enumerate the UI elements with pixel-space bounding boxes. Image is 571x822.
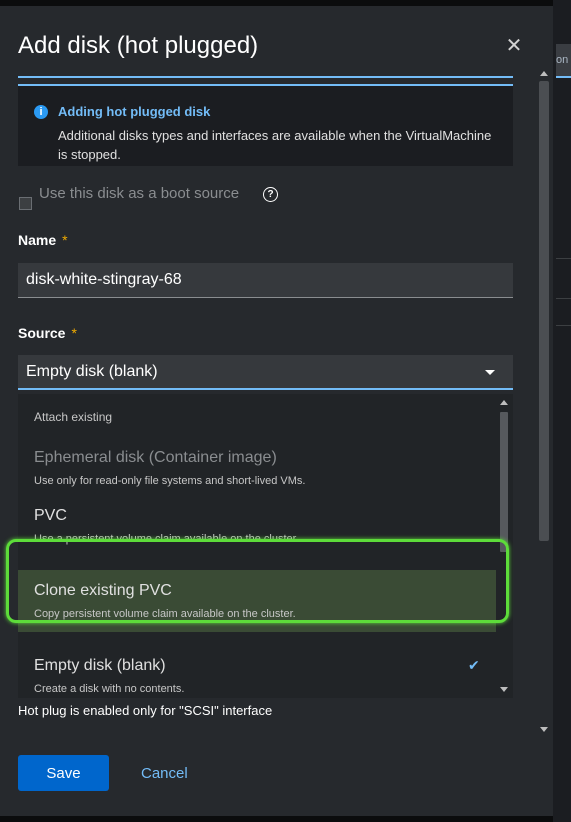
option-label: Ephemeral disk (Container image) (34, 449, 277, 466)
option-pvc[interactable]: PVC Use a persistent volume claim availa… (18, 495, 496, 557)
name-label-text: Name (18, 232, 57, 248)
title-divider (18, 76, 513, 78)
option-label: Empty disk (blank) (34, 657, 166, 674)
help-icon[interactable]: ? (263, 187, 278, 202)
save-button[interactable]: Save (18, 755, 109, 791)
menu-group-title: Attach existing (34, 410, 113, 424)
boot-source-checkbox[interactable] (19, 197, 32, 210)
option-description: Copy persistent volume claim available o… (34, 608, 296, 620)
option-label: PVC (34, 507, 67, 524)
scroll-thumb[interactable] (539, 81, 549, 541)
background-divider (556, 325, 571, 326)
option-description: Use a persistent volume claim available … (34, 533, 299, 545)
option-description: Use only for read-only file systems and … (34, 475, 306, 487)
checkmark-icon: ✔ (468, 657, 480, 673)
background-page (553, 0, 571, 822)
modal-title: Add disk (hot plugged) (18, 32, 259, 59)
close-icon[interactable]: ✕ (503, 35, 525, 57)
source-label: Source * (18, 325, 77, 341)
menu-scroll-up-icon[interactable] (500, 400, 508, 405)
scroll-up-arrow-icon[interactable] (540, 71, 548, 76)
name-label: Name * (18, 232, 68, 248)
option-ephemeral-disk: Ephemeral disk (Container image) Use onl… (18, 437, 496, 499)
alert-title: Adding hot plugged disk (58, 104, 211, 119)
caret-down-icon (485, 370, 495, 375)
modal-scrollbar[interactable] (537, 71, 551, 736)
cancel-button[interactable]: Cancel (127, 755, 202, 791)
info-icon: i (34, 105, 48, 119)
option-description: Create a disk with no contents. (34, 683, 185, 695)
name-input[interactable] (18, 263, 513, 298)
boot-source-label: Use this disk as a boot source (39, 185, 240, 202)
option-label: Clone existing PVC (34, 582, 172, 599)
required-mark: * (62, 232, 68, 248)
option-clone-existing-pvc[interactable]: Clone existing PVC Copy persistent volum… (18, 570, 496, 632)
source-menu: Attach existing Ephemeral disk (Containe… (18, 394, 513, 698)
alert-body: Additional disks types and interfaces ar… (58, 128, 492, 162)
background-divider (556, 258, 571, 259)
required-mark: * (71, 325, 77, 341)
info-alert: i Adding hot plugged disk Additional dis… (18, 84, 513, 166)
hot-plug-hint: Hot plug is enabled only for "SCSI" inte… (18, 703, 273, 718)
source-select-value: Empty disk (blank) (26, 363, 158, 380)
background-divider (556, 298, 571, 299)
source-label-text: Source (18, 325, 66, 341)
scroll-down-arrow-icon[interactable] (540, 727, 548, 732)
menu-scroll-thumb[interactable] (500, 412, 508, 552)
add-disk-modal: Add disk (hot plugged) ✕ i Adding hot pl… (0, 6, 553, 816)
option-empty-disk[interactable]: Empty disk (blank) Create a disk with no… (18, 645, 496, 698)
background-tab: on (556, 44, 571, 78)
menu-scrollbar[interactable] (498, 400, 510, 692)
menu-scroll-down-icon[interactable] (500, 687, 508, 692)
source-select[interactable]: Empty disk (blank) (18, 355, 513, 390)
